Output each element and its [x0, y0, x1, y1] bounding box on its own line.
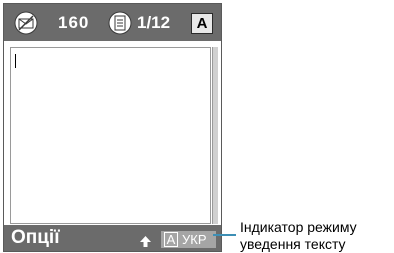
page-indicator: 1/12 [137, 13, 171, 32]
callout-line-2: уведення тексту [240, 236, 346, 252]
bottom-softkey-bar: Опції A УКР [4, 225, 221, 251]
callout-line [213, 234, 236, 236]
callout-line-1: Індикатор режиму [240, 219, 357, 235]
mode-language: УКР [182, 232, 207, 247]
text-cursor [15, 54, 16, 68]
message-envelope-icon [14, 11, 38, 35]
callout-label: Індикатор режиму уведення тексту [240, 219, 357, 253]
character-counter: 160 [58, 13, 90, 32]
text-input-mode-indicator: A УКР [161, 231, 216, 248]
scrollbar[interactable] [212, 47, 218, 224]
up-arrow-icon [140, 234, 151, 247]
message-text-area[interactable] [10, 47, 211, 224]
page-icon [108, 11, 132, 35]
status-bar: 160 1/12 A [4, 4, 221, 41]
phone-screen: 160 1/12 A Опції A УКР [3, 3, 222, 252]
options-softkey[interactable]: Опції [11, 227, 60, 249]
case-indicator: A [191, 13, 213, 34]
mode-case-letter: A [164, 232, 178, 247]
